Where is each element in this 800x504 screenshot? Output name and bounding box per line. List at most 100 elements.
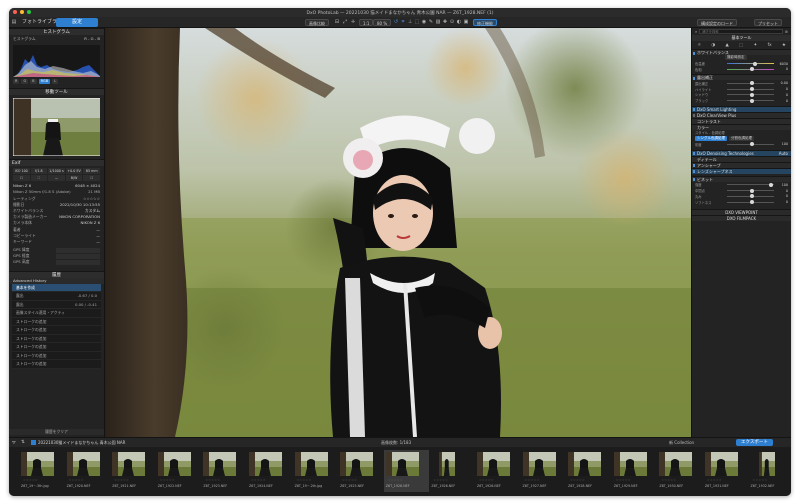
- channel-b-button[interactable]: B: [30, 79, 37, 85]
- move-icon[interactable]: ✛: [350, 19, 356, 26]
- filmstrip-thumbnail[interactable]: ☆☆☆☆☆ Z6T_1929.NEF: [612, 450, 658, 492]
- watermark-category-icon[interactable]: ✦: [753, 43, 757, 48]
- history-item[interactable]: ストロークの追加: [12, 343, 101, 352]
- red-eye-icon[interactable]: ◉: [421, 19, 427, 26]
- close-window-button[interactable]: [13, 10, 17, 14]
- control-point-icon[interactable]: ⊙: [449, 19, 455, 26]
- thumbnail-rating[interactable]: ☆☆☆☆☆: [114, 478, 129, 482]
- vignette-softness-slider[interactable]: [727, 200, 774, 205]
- clear-history-button[interactable]: 履歴をクリア: [9, 428, 104, 435]
- graduated-filter-icon[interactable]: ▨: [435, 19, 441, 26]
- zoom-percent[interactable]: 80 %: [373, 19, 392, 26]
- history-item[interactable]: ストロークの追加: [12, 326, 101, 335]
- split-tone-button[interactable]: 分割色調処理: [729, 135, 754, 141]
- thumbnail-rating[interactable]: ☆☆☆☆☆: [433, 478, 448, 482]
- compare-button[interactable]: 画像比較: [305, 19, 329, 26]
- history-item[interactable]: 画像スタイル適用・アクティ: [12, 309, 101, 318]
- channel-rgb-button[interactable]: RGB: [38, 79, 51, 85]
- export-button[interactable]: エクスポート: [736, 439, 773, 446]
- history-header[interactable]: 履歴: [9, 270, 104, 278]
- saturation-knob[interactable]: [749, 142, 754, 147]
- history-item[interactable]: ストロークの追加: [12, 360, 101, 369]
- blacks-knob[interactable]: [749, 98, 754, 103]
- vignette-midpoint-knob[interactable]: [749, 188, 754, 193]
- vignette-intensity-slider[interactable]: [727, 182, 774, 187]
- filter-icon[interactable]: ⊛: [785, 29, 788, 34]
- single-tone-button[interactable]: シングル色調処理: [695, 135, 727, 141]
- repair-button[interactable]: 修正機能: [473, 19, 497, 26]
- tint-slider[interactable]: [727, 67, 774, 72]
- exposure-header[interactable]: 露出補正: [692, 74, 791, 81]
- channel-r-button[interactable]: R: [13, 79, 20, 85]
- vignette-roundness-slider[interactable]: [727, 194, 774, 199]
- light-category-icon[interactable]: ☼: [697, 43, 701, 48]
- photo-viewer[interactable]: [105, 28, 691, 437]
- white-balance-header[interactable]: ホワイトバランス: [692, 49, 791, 55]
- thumbnail-rating[interactable]: ☆☆☆☆☆: [616, 478, 631, 482]
- filmstrip-thumbnail[interactable]: ☆☆☆☆☆ Z6T_19~.3th.jpg: [19, 450, 65, 492]
- filmstrip-thumbnail[interactable]: ☆☆☆☆☆ Z6T_19~.2th.jpg: [293, 450, 339, 492]
- minimize-window-button[interactable]: [20, 10, 24, 14]
- gps-lon-field[interactable]: [56, 253, 100, 259]
- thumbnail-rating[interactable]: ☆☆☆☆☆: [707, 478, 722, 482]
- navigator-thumbnail[interactable]: [13, 98, 100, 157]
- vignette-header[interactable]: ビネット: [692, 175, 791, 182]
- detail-category-icon[interactable]: ▲: [725, 43, 728, 48]
- color-picker-icon[interactable]: ◐: [456, 19, 462, 26]
- thumbnail-rating[interactable]: ☆☆☆☆☆: [388, 478, 403, 482]
- thumbnail-rating[interactable]: ☆☆☆☆☆: [525, 478, 540, 482]
- rotate-left-icon[interactable]: ↺: [393, 19, 399, 26]
- filter-icon[interactable]: ⛛: [12, 440, 16, 446]
- highlights-slider[interactable]: [727, 87, 774, 92]
- color-header[interactable]: カラー: [692, 123, 791, 130]
- geometry-category-icon[interactable]: ⬚: [739, 43, 743, 48]
- thumbnail-rating[interactable]: ☆☆☆☆☆: [342, 478, 357, 482]
- thumbnail-rating[interactable]: ☆☆☆☆☆: [160, 478, 175, 482]
- filmstrip-thumbnail[interactable]: ☆☆☆☆☆ Z6T_1922.NEF: [156, 450, 202, 492]
- horizon-icon[interactable]: ⊥: [407, 19, 413, 26]
- exposure-knob[interactable]: [749, 81, 754, 86]
- thumbnail-rating[interactable]: ☆☆☆☆☆: [479, 478, 494, 482]
- color-temp-knob[interactable]: [752, 61, 757, 66]
- filmstrip-thumbnail[interactable]: ☆☆☆☆☆ Z6T_1926.NEF: [429, 450, 475, 492]
- sort-icon[interactable]: ⇅: [21, 440, 25, 445]
- exif-header[interactable]: Exif: [9, 159, 104, 167]
- history-item[interactable]: ストロークの追加: [12, 318, 101, 327]
- sidebar-toggle-icon[interactable]: ▤: [11, 19, 17, 26]
- project-button[interactable]: 新 Collection: [669, 440, 694, 446]
- crop-icon[interactable]: ⌗: [400, 19, 406, 26]
- mask-icon[interactable]: ▣: [463, 19, 469, 26]
- filmstrip-thumbnail[interactable]: ☆☆☆☆☆ Z6T_1920.NEF: [65, 450, 111, 492]
- thumbnail-rating[interactable]: ☆☆☆☆☆: [570, 478, 585, 482]
- filmstrip-thumbnail[interactable]: ☆☆☆☆☆ Z6T_1924.NEF: [247, 450, 293, 492]
- favorites-category-icon[interactable]: ★: [782, 43, 786, 48]
- zoom-level[interactable]: 1:1: [359, 19, 374, 26]
- thumbnail-rating[interactable]: ☆☆☆☆☆: [69, 478, 84, 482]
- history-item[interactable]: 露出 0.00 / -0.41: [12, 301, 101, 310]
- vignette-midpoint-slider[interactable]: [727, 188, 774, 193]
- folder-path[interactable]: 20221030猫メイドまなかちゃん 青木公園 NAR: [38, 440, 125, 446]
- thumbnail-rating[interactable]: ☆☆☆☆☆: [205, 478, 220, 482]
- thumbnail-rating[interactable]: ☆☆☆☆☆: [661, 478, 676, 482]
- histogram-header[interactable]: ヒストグラム: [9, 28, 104, 35]
- vignette-intensity-knob[interactable]: [769, 182, 774, 187]
- tab-customize[interactable]: 設定: [56, 18, 98, 27]
- history-item[interactable]: 基本を作成: [12, 283, 101, 293]
- search-input[interactable]: [699, 29, 783, 34]
- shadows-slider[interactable]: [727, 92, 774, 97]
- perspective-icon[interactable]: ⬚: [414, 19, 420, 26]
- history-item[interactable]: 露出 -0.67 / 0.0: [12, 292, 101, 301]
- repair-icon[interactable]: ✚: [442, 19, 448, 26]
- exposure-slider[interactable]: [727, 81, 774, 86]
- channel-g-button[interactable]: G: [21, 79, 29, 85]
- saturation-slider[interactable]: [727, 142, 774, 147]
- filmpack-header[interactable]: DXO FILMPACK: [692, 215, 791, 222]
- thumbnail-rating[interactable]: ☆☆☆☆☆: [753, 478, 768, 482]
- lens-sharpness-header[interactable]: レンズシャープネス: [692, 167, 791, 174]
- thumbnail-rating[interactable]: ☆☆☆☆☆: [23, 478, 38, 482]
- filmstrip-thumbnail[interactable]: ☆☆☆☆☆ Z6T_1928.NEF: [383, 450, 430, 492]
- color-temp-slider[interactable]: [727, 61, 774, 66]
- channel-l-button[interactable]: L: [52, 79, 59, 85]
- wb-mode-select[interactable]: 撮影時設定: [725, 55, 747, 61]
- zoom-window-button[interactable]: [27, 10, 31, 14]
